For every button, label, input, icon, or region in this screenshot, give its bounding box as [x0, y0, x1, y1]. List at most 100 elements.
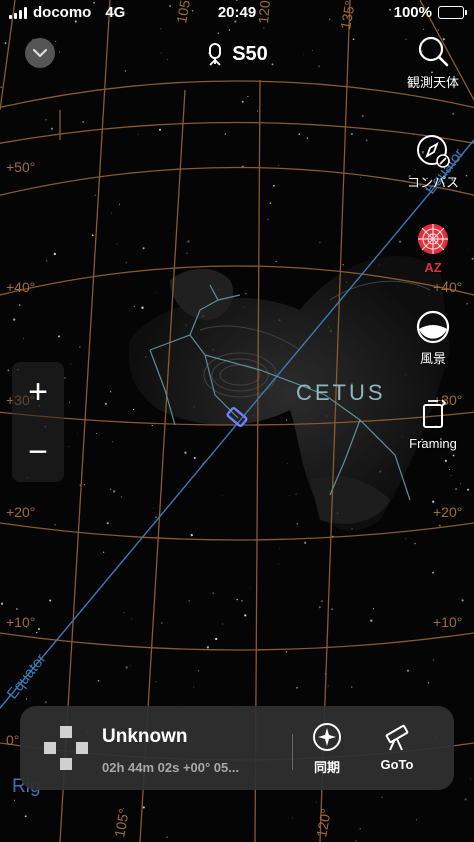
- star: [319, 242, 321, 244]
- star: [422, 28, 425, 30]
- star: [285, 419, 288, 421]
- search-icon: [418, 36, 449, 67]
- star: [142, 806, 145, 809]
- dec-label-right-40: +40°: [433, 279, 462, 295]
- star: [193, 686, 195, 688]
- star: [444, 459, 447, 462]
- star: [184, 451, 187, 454]
- star: [372, 608, 375, 610]
- goto-button[interactable]: GoTo: [367, 722, 427, 772]
- star: [130, 665, 132, 667]
- target-info-panel: Unknown 02h 44m 02s +00° 05... 同期 GoTo: [20, 706, 454, 790]
- dec-label-right-10: +10°: [433, 614, 462, 630]
- star: [111, 441, 113, 443]
- framing-button[interactable]: Framing: [400, 398, 466, 451]
- star: [64, 376, 66, 379]
- star: [437, 29, 439, 31]
- star: [454, 487, 458, 491]
- star: [315, 801, 317, 803]
- star: [226, 26, 228, 28]
- star: [96, 432, 98, 434]
- star: [212, 592, 215, 594]
- star: [91, 234, 94, 237]
- zoom-out-button[interactable]: −: [12, 426, 64, 478]
- star: [330, 608, 334, 611]
- battery-icon: [438, 6, 467, 19]
- battery-percent: 100%: [393, 4, 432, 21]
- landscape-button[interactable]: 風景: [400, 310, 466, 367]
- star: [111, 212, 113, 214]
- compass-button[interactable]: コンパス: [400, 134, 466, 191]
- az-grid-button[interactable]: AZ: [400, 222, 466, 275]
- star: [110, 488, 112, 490]
- panel-divider: [292, 734, 293, 770]
- star: [82, 121, 84, 123]
- star: [206, 646, 210, 649]
- search-objects-button[interactable]: 観測天体: [400, 34, 466, 91]
- star: [83, 484, 85, 486]
- star: [221, 623, 224, 625]
- zoom-in-button[interactable]: +: [12, 366, 64, 418]
- star: [187, 240, 190, 243]
- star: [13, 799, 16, 801]
- star: [110, 391, 112, 393]
- star: [133, 305, 135, 307]
- star: [44, 701, 47, 704]
- star: [244, 614, 247, 617]
- goto-label: GoTo: [380, 757, 414, 772]
- compass-label: コンパス: [406, 175, 459, 190]
- star: [125, 262, 127, 264]
- star: [361, 114, 364, 118]
- star: [120, 496, 123, 498]
- star: [123, 612, 125, 613]
- constellation-name: CETUS: [296, 380, 386, 405]
- star: [257, 110, 258, 112]
- star: [296, 523, 298, 525]
- star: [428, 682, 430, 684]
- star: [370, 619, 373, 622]
- star: [0, 86, 2, 88]
- star: [296, 686, 299, 689]
- dec-label-right-20: +20°: [433, 504, 462, 520]
- star: [467, 488, 470, 491]
- star: [222, 494, 224, 496]
- star: [116, 243, 118, 245]
- framing-label: Framing: [409, 436, 457, 451]
- star: [102, 551, 105, 553]
- star: [142, 247, 145, 250]
- star: [470, 778, 472, 780]
- target-name: Unknown: [102, 726, 188, 747]
- star: [0, 602, 4, 605]
- sync-label: 同期: [313, 760, 340, 775]
- star: [19, 304, 21, 306]
- star: [106, 522, 109, 525]
- star: [68, 401, 71, 403]
- sync-button[interactable]: 同期: [297, 722, 357, 776]
- star: [365, 139, 368, 142]
- star: [54, 524, 56, 526]
- star: [327, 685, 329, 687]
- star: [217, 32, 219, 34]
- star: [321, 600, 324, 603]
- dec-label-0: 0°: [6, 732, 19, 748]
- star: [278, 164, 280, 167]
- status-time: 20:49: [217, 4, 257, 21]
- star: [94, 194, 96, 196]
- star: [464, 798, 467, 801]
- star: [303, 541, 307, 544]
- search-objects-label: 観測天体: [406, 75, 459, 90]
- star: [118, 203, 121, 205]
- star: [15, 607, 18, 610]
- dec-label-50: +50°: [6, 159, 35, 175]
- star: [153, 507, 154, 509]
- plus-icon: +: [28, 373, 48, 411]
- sync-star-icon: [313, 723, 341, 751]
- star: [190, 534, 193, 537]
- star: [97, 679, 100, 682]
- star: [50, 127, 53, 130]
- star: [185, 252, 188, 255]
- az-label: AZ: [424, 260, 442, 275]
- star: [306, 137, 308, 139]
- star: [228, 29, 231, 31]
- star: [155, 681, 157, 683]
